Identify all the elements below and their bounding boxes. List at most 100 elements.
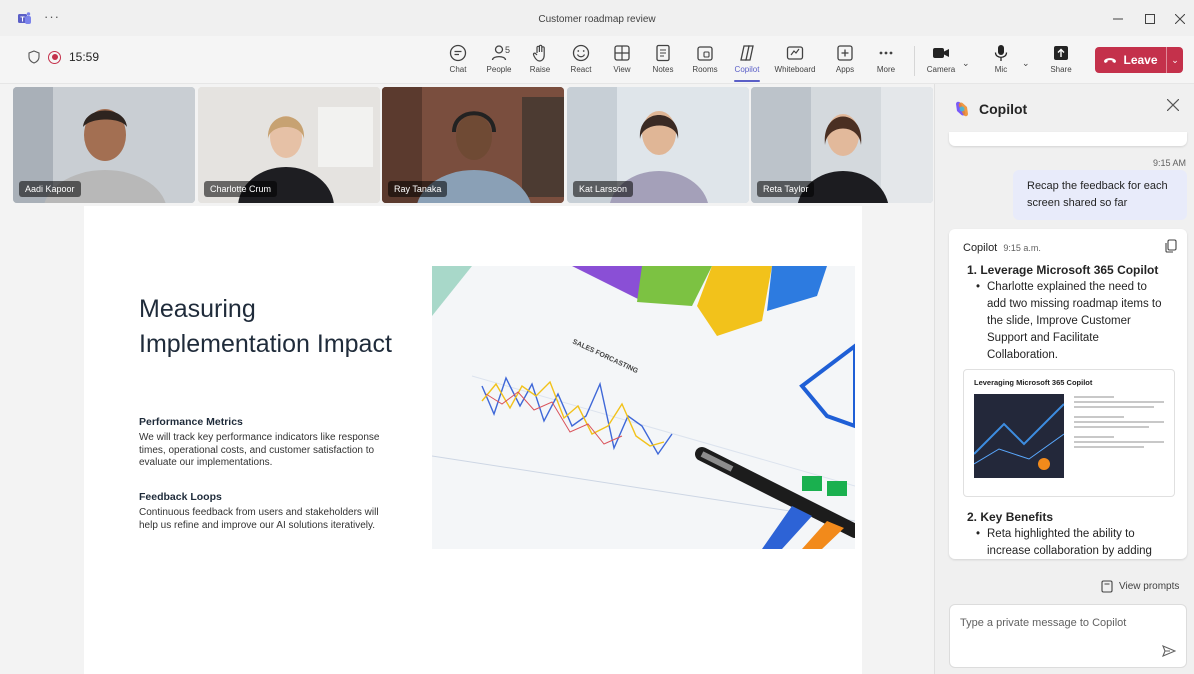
copilot-icon [740, 45, 754, 61]
copilot-title: Copilot [979, 101, 1028, 117]
leave-main[interactable]: Leave [1095, 53, 1166, 67]
participant-name: Reta Taylor [757, 181, 815, 197]
participant-tile[interactable]: Aadi Kapoor [13, 87, 195, 203]
people-label: People [486, 65, 512, 74]
more-button[interactable]: More [865, 43, 907, 74]
notes-label: Notes [652, 65, 674, 74]
response-meta: Copilot 9:15 a.m. [963, 242, 1041, 254]
copilot-message-input[interactable]: Type a private message to Copilot [949, 604, 1187, 668]
participant-name: Charlotte Crum [204, 181, 278, 197]
copilot-logo-icon [956, 101, 968, 117]
share-icon [1054, 46, 1068, 60]
raise-hand-icon [532, 44, 545, 62]
maximize-button[interactable] [1136, 8, 1164, 30]
slide-section-heading: Performance Metrics [139, 416, 243, 428]
maximize-icon [1145, 14, 1155, 24]
thumbnail-text-line [1074, 426, 1149, 428]
rooms-button[interactable]: Rooms [684, 43, 726, 74]
window-title: Customer roadmap review [538, 14, 656, 25]
mic-button[interactable]: Mic [980, 43, 1022, 74]
copy-icon[interactable] [1165, 239, 1177, 253]
toolbar-separator [914, 46, 915, 76]
copilot-button[interactable]: Copilot [726, 43, 768, 82]
camera-button[interactable]: Camera [920, 43, 962, 74]
leave-label: Leave [1123, 53, 1158, 67]
people-button[interactable]: 5 People [478, 43, 520, 74]
participant-tile[interactable]: Ray Tanaka [382, 87, 564, 203]
chat-icon [449, 44, 467, 62]
record-icon [48, 50, 61, 64]
slide-section-text: We will track key performance indicators… [139, 432, 380, 468]
copilot-input-placeholder: Type a private message to Copilot [960, 617, 1127, 629]
view-label: View [613, 65, 631, 74]
raise-label: Raise [529, 65, 551, 74]
minimize-icon [1113, 18, 1123, 20]
participant-name: Kat Larsson [573, 181, 634, 197]
thumbnail-text-line [1074, 436, 1114, 438]
whiteboard-button[interactable]: Whiteboard [774, 43, 816, 74]
close-icon[interactable] [1167, 99, 1179, 111]
message-timestamp: 9:15 AM [1152, 158, 1186, 168]
react-button[interactable]: React [560, 43, 602, 74]
view-prompts-button[interactable]: View prompts [1101, 580, 1179, 593]
view-button[interactable]: View [601, 43, 643, 74]
camera-options-chevron-down-icon[interactable]: ⌄ [962, 58, 970, 69]
participant-tile[interactable]: Charlotte Crum [198, 87, 380, 203]
thumbnail-text-line [1074, 421, 1164, 423]
shield-icon [28, 50, 40, 64]
more-icon [879, 51, 893, 55]
title-bar: T ··· Customer roadmap review [0, 0, 1194, 36]
prompts-icon [1101, 580, 1113, 593]
mic-icon [994, 45, 1008, 61]
slide-section-heading: Feedback Loops [139, 491, 222, 503]
slide-image: SALES FORCASTING [432, 266, 855, 549]
thumbnail-title: Leveraging Microsoft 365 Copilot [974, 378, 1093, 387]
participant-name: Aadi Kapoor [19, 181, 81, 197]
mic-options-chevron-down-icon[interactable]: ⌄ [1022, 58, 1030, 69]
meeting-status: 15:59 [28, 50, 99, 64]
participant-tile[interactable]: Kat Larsson [567, 87, 749, 203]
copilot-label: Copilot [734, 65, 760, 74]
mic-label: Mic [994, 65, 1008, 74]
user-message-bubble: Recap the feedback for each screen share… [1013, 170, 1187, 220]
response-time: 9:15 a.m. [1003, 243, 1041, 253]
leave-options-chevron-down-icon[interactable]: ⌄ [1166, 47, 1183, 73]
raise-hand-button[interactable]: Raise [519, 43, 561, 74]
participant-name: Ray Tanaka [388, 181, 448, 197]
thumbnail-text-line [1074, 441, 1164, 443]
view-prompts-label: View prompts [1119, 581, 1180, 592]
rooms-icon [697, 46, 713, 61]
whiteboard-label: Whiteboard [774, 65, 816, 74]
thumbnail-text-line [1074, 446, 1144, 448]
send-icon[interactable] [1162, 645, 1176, 657]
react-icon [572, 44, 590, 62]
copilot-response-card: Copilot 9:15 a.m. 1. Leverage Microsoft … [949, 229, 1187, 559]
participant-tile[interactable]: Reta Taylor [751, 87, 933, 203]
rooms-label: Rooms [692, 65, 718, 74]
react-label: React [570, 65, 592, 74]
apps-button[interactable]: Apps [824, 43, 866, 74]
minimize-button[interactable] [1104, 8, 1132, 30]
thumbnail-text-line [1074, 416, 1124, 418]
response-bullet: Charlotte explained the need to add two … [976, 279, 1167, 364]
view-icon [614, 45, 630, 61]
window-close-button[interactable] [1166, 8, 1194, 30]
slide-section-text: Continuous feedback from users and stake… [139, 507, 379, 531]
sales-chart-photo: SALES FORCASTING [432, 266, 855, 549]
copilot-pane: Copilot 9:15 AM Recap the feedback for e… [934, 84, 1194, 674]
notes-icon [656, 44, 670, 62]
share-button[interactable]: Share [1040, 43, 1082, 74]
close-icon [1175, 14, 1185, 24]
slide-thumbnail[interactable]: Leveraging Microsoft 365 Copilot [963, 369, 1175, 497]
slide-title: Measuring Implementation Impact [139, 295, 392, 358]
response-heading: 2. Key Benefits [967, 510, 1054, 524]
notes-button[interactable]: Notes [642, 43, 684, 74]
copilot-header: Copilot [953, 100, 1027, 118]
response-heading: 1. Leverage Microsoft 365 Copilot [967, 263, 1159, 277]
thumbnail-text-line [1074, 406, 1154, 408]
people-count: 5 [505, 45, 511, 55]
shared-slide: Measuring Implementation Impact Performa… [84, 206, 862, 674]
chat-button[interactable]: Chat [437, 43, 479, 74]
leave-button[interactable]: Leave ⌄ [1095, 47, 1183, 73]
meeting-timer: 15:59 [69, 50, 100, 64]
